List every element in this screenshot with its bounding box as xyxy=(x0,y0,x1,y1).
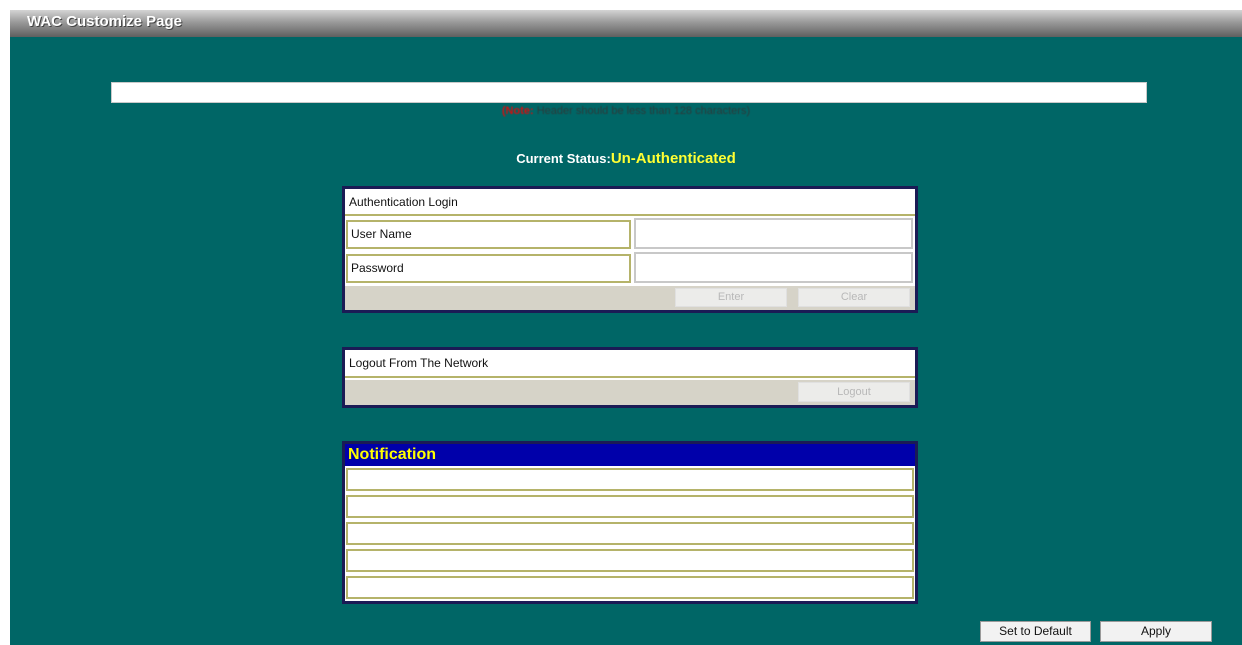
title-bar: WAC Customize Page xyxy=(10,10,1242,37)
logout-button[interactable]: Logout xyxy=(798,382,910,402)
current-status: Current Status:Un-Authenticated xyxy=(10,150,1242,167)
status-value: Un-Authenticated xyxy=(610,150,736,167)
notification-line-5[interactable] xyxy=(346,576,914,599)
note-label: (Note: xyxy=(501,105,534,117)
page-title: WAC Customize Page xyxy=(27,13,183,30)
username-field[interactable] xyxy=(634,218,913,249)
clear-button[interactable]: Clear xyxy=(798,288,910,307)
logout-panel-title: Logout From The Network xyxy=(345,350,915,378)
note-text: Header should be less than 128 character… xyxy=(536,105,751,117)
authentication-login-panel: Authentication Login User Name Password … xyxy=(342,186,918,313)
set-to-default-button[interactable]: Set to Default xyxy=(980,621,1091,642)
header-note: (Note: Header should be less than 128 ch… xyxy=(10,105,1242,117)
notification-panel: Notification xyxy=(342,441,918,604)
password-field[interactable] xyxy=(634,252,913,283)
notification-line-3[interactable] xyxy=(346,522,914,545)
apply-button[interactable]: Apply xyxy=(1100,621,1212,642)
notification-line-2[interactable] xyxy=(346,495,914,518)
wac-customize-window: WAC Customize Page (Note: Header should … xyxy=(10,10,1242,645)
notification-title: Notification xyxy=(345,444,915,466)
status-label: Current Status: xyxy=(516,151,611,166)
logout-panel: Logout From The Network Logout xyxy=(342,347,918,408)
notification-line-4[interactable] xyxy=(346,549,914,572)
auth-panel-title: Authentication Login xyxy=(345,189,915,216)
header-text-input[interactable] xyxy=(111,82,1147,103)
username-label: User Name xyxy=(346,220,631,249)
enter-button[interactable]: Enter xyxy=(675,288,787,307)
password-label: Password xyxy=(346,254,631,283)
logout-button-bar: Logout xyxy=(345,380,915,405)
auth-button-bar: Enter Clear xyxy=(345,286,915,310)
notification-line-1[interactable] xyxy=(346,468,914,491)
